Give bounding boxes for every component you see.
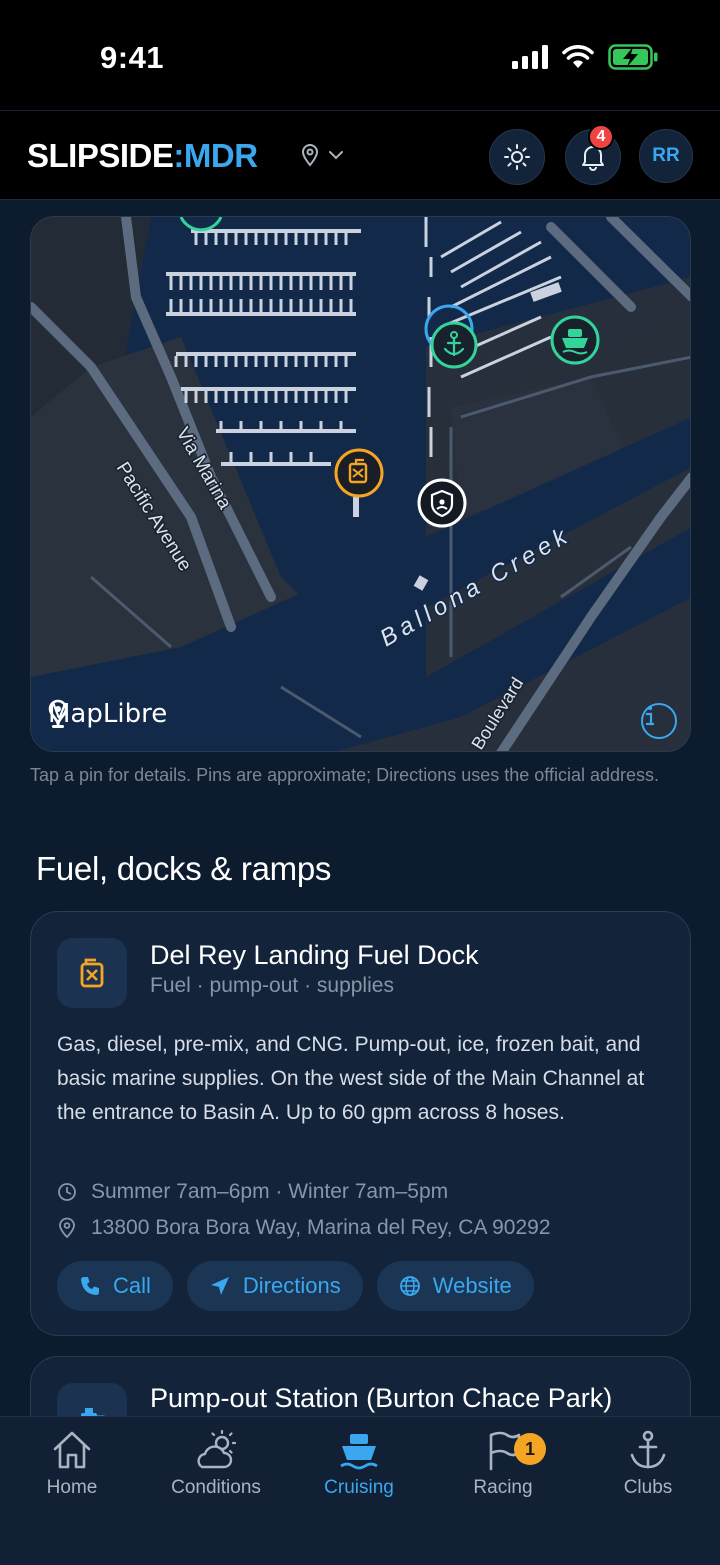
map-pin-anchorage[interactable] bbox=[430, 321, 478, 369]
card-title: Pump-out Station (Burton Chace Park) bbox=[150, 1383, 613, 1413]
status-icons bbox=[512, 44, 658, 70]
status-bar: 9:41 bbox=[0, 0, 720, 110]
card-hours: Summer 7am–6pm · Winter 7am–5pm bbox=[57, 1180, 448, 1204]
chevron-down-icon bbox=[329, 151, 343, 160]
map-canvas: Via Marina Pacific Avenue Ballona Creek … bbox=[31, 217, 690, 751]
location-pin-icon bbox=[301, 144, 319, 167]
tab-cruising[interactable]: Cruising bbox=[287, 1429, 431, 1499]
signal-icon bbox=[512, 45, 548, 69]
call-button-label: Call bbox=[113, 1273, 151, 1298]
map-pin-patrol[interactable] bbox=[417, 478, 467, 528]
ship-icon bbox=[340, 1434, 378, 1470]
weather-icon bbox=[197, 1429, 237, 1469]
directions-button[interactable]: Directions bbox=[186, 1261, 363, 1311]
maplibre-logo-icon bbox=[48, 699, 68, 728]
card-title: Del Rey Landing Fuel Dock bbox=[150, 940, 479, 970]
brand-logo[interactable]: SLIPSIDE:MDR bbox=[27, 137, 258, 175]
brand-name: SLIPSIDE bbox=[27, 137, 174, 174]
tab-clubs[interactable]: Clubs bbox=[576, 1429, 720, 1499]
navigation-arrow-icon bbox=[210, 1277, 229, 1295]
maplibre-attribution[interactable]: MapLibre bbox=[48, 699, 167, 729]
card-subtitle: Fuel · pump-out · supplies bbox=[150, 974, 394, 997]
card-actions: Call Directions Website bbox=[57, 1261, 534, 1311]
tab-conditions[interactable]: Conditions bbox=[144, 1429, 288, 1499]
info-icon bbox=[646, 705, 654, 726]
notifications-button[interactable]: 4 bbox=[565, 124, 621, 185]
sun-icon bbox=[504, 144, 530, 170]
brand-region: MDR bbox=[183, 137, 258, 174]
card-address-text: 13800 Bora Bora Way, Marina del Rey, CA … bbox=[91, 1216, 551, 1239]
home-icon bbox=[53, 1431, 91, 1469]
globe-icon bbox=[399, 1276, 420, 1296]
website-button[interactable]: Website bbox=[376, 1261, 534, 1311]
racing-badge: 1 bbox=[514, 1433, 546, 1465]
avatar[interactable]: RR bbox=[639, 129, 693, 183]
website-button-label: Website bbox=[432, 1273, 512, 1298]
app-header: SLIPSIDE:MDR 4 RR bbox=[0, 110, 720, 200]
map-pin-fuel[interactable] bbox=[334, 448, 384, 498]
map-hint-text: Tap a pin for details. Pins are approxim… bbox=[30, 765, 659, 785]
map-view[interactable]: Via Marina Pacific Avenue Ballona Creek … bbox=[30, 216, 691, 752]
fuel-dock-card[interactable]: Del Rey Landing Fuel Dock Fuel · pump-ou… bbox=[30, 911, 691, 1336]
phone-icon bbox=[81, 1277, 99, 1295]
battery-charging-icon bbox=[608, 44, 658, 70]
brand-separator: : bbox=[173, 137, 184, 174]
clock-icon bbox=[58, 1183, 76, 1201]
tab-label: Clubs bbox=[623, 1477, 673, 1498]
location-selector[interactable] bbox=[300, 143, 344, 167]
tab-label: Home bbox=[46, 1477, 98, 1498]
map-info-button[interactable] bbox=[641, 703, 677, 739]
card-description: Gas, diesel, pre-mix, and CNG. Pump-out,… bbox=[57, 1033, 645, 1124]
tab-label: Racing bbox=[473, 1477, 533, 1498]
fuel-pump-icon bbox=[80, 958, 104, 988]
location-pin-icon bbox=[59, 1217, 75, 1239]
card-icon bbox=[57, 938, 127, 1008]
card-hours-text: Summer 7am–6pm · Winter 7am–5pm bbox=[91, 1180, 449, 1203]
tab-racing[interactable]: 1 Racing bbox=[431, 1429, 575, 1499]
card-address: 13800 Bora Bora Way, Marina del Rey, CA … bbox=[57, 1216, 551, 1240]
theme-toggle-button[interactable] bbox=[489, 129, 545, 185]
app-screen: 9:41 SLIPSIDE:MDR 4 RR Via Marina Pacifi… bbox=[0, 0, 720, 1565]
anchor-icon bbox=[630, 1430, 666, 1469]
directions-button-label: Directions bbox=[242, 1273, 341, 1298]
wifi-icon bbox=[562, 45, 594, 68]
section-title: Fuel, docks & ramps bbox=[36, 850, 332, 887]
status-time: 9:41 bbox=[100, 40, 165, 75]
map-pin-ferry[interactable] bbox=[550, 315, 600, 365]
notification-badge: 4 bbox=[588, 124, 614, 150]
tab-bar: Home Conditions Cruising 1 Racing Clubs bbox=[0, 1416, 720, 1565]
tab-label: Conditions bbox=[171, 1477, 261, 1498]
tab-label: Cruising bbox=[324, 1477, 394, 1498]
call-button[interactable]: Call bbox=[57, 1261, 173, 1311]
tab-home[interactable]: Home bbox=[0, 1429, 144, 1499]
